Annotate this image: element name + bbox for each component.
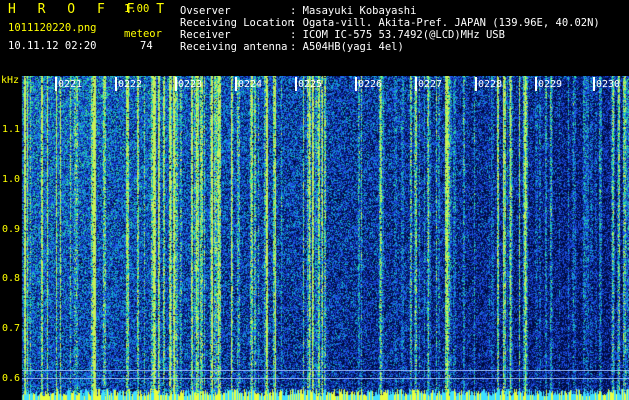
time-tick-label: 0227 — [418, 79, 443, 90]
y-tick-label: 0.8 — [2, 273, 21, 284]
time-tick-mark — [593, 77, 595, 91]
time-tick-mark — [55, 77, 57, 91]
app-version: 1.00 — [124, 3, 150, 15]
time-tick-label: 0222 — [118, 79, 143, 90]
y-tick-label: 0.6 — [2, 373, 21, 384]
time-tick-mark — [235, 77, 237, 91]
time-tick-label: 0226 — [358, 79, 383, 90]
time-tick-label: 0228 — [478, 79, 503, 90]
observer-label: Ovserver — [180, 5, 231, 17]
image-filename: 1011120220.png — [8, 22, 97, 34]
time-tick-mark — [475, 77, 477, 91]
time-tick-label: 0229 — [538, 79, 563, 90]
meteor-label: meteor — [124, 28, 162, 40]
reference-line — [22, 378, 629, 379]
time-tick-mark — [535, 77, 537, 91]
receiver-value: : ICOM IC-575 53.7492(@LCD)MHz USB — [290, 29, 505, 41]
time-tick-mark — [295, 77, 297, 91]
reference-line — [22, 370, 629, 371]
time-tick-label: 0225 — [298, 79, 323, 90]
time-tick-mark — [355, 77, 357, 91]
y-tick-label: 0.7 — [2, 323, 21, 334]
time-tick-label: 0230 — [596, 79, 621, 90]
location-label: Receiving Location — [180, 17, 294, 29]
time-tick-mark — [175, 77, 177, 91]
meteor-count: 74 — [140, 40, 153, 52]
header-panel: H R O F F T 1.00 1011120220.png 10.11.12… — [0, 0, 629, 76]
timestamp: 10.11.12 02:20 — [8, 40, 97, 52]
location-value: : Ogata-vill. Akita-Pref. JAPAN (139.96E… — [290, 17, 600, 29]
time-tick-mark — [415, 77, 417, 91]
antenna-value: : A504HB(yagi 4el) — [290, 41, 404, 53]
time-tick-label: 0221 — [58, 79, 83, 90]
spectrogram — [0, 76, 629, 400]
y-tick-label: 1.1 — [2, 124, 21, 135]
observer-value: : Masayuki Kobayashi — [290, 5, 417, 17]
y-tick-label: 1.0 — [2, 174, 21, 185]
axis-unit: kHz — [1, 75, 20, 86]
time-tick-label: 0223 — [178, 79, 203, 90]
receiver-label: Receiver — [180, 29, 231, 41]
antenna-label: Receiving antenna — [180, 41, 288, 53]
time-tick-mark — [115, 77, 117, 91]
time-tick-label: 0224 — [238, 79, 263, 90]
y-tick-label: 0.9 — [2, 224, 21, 235]
